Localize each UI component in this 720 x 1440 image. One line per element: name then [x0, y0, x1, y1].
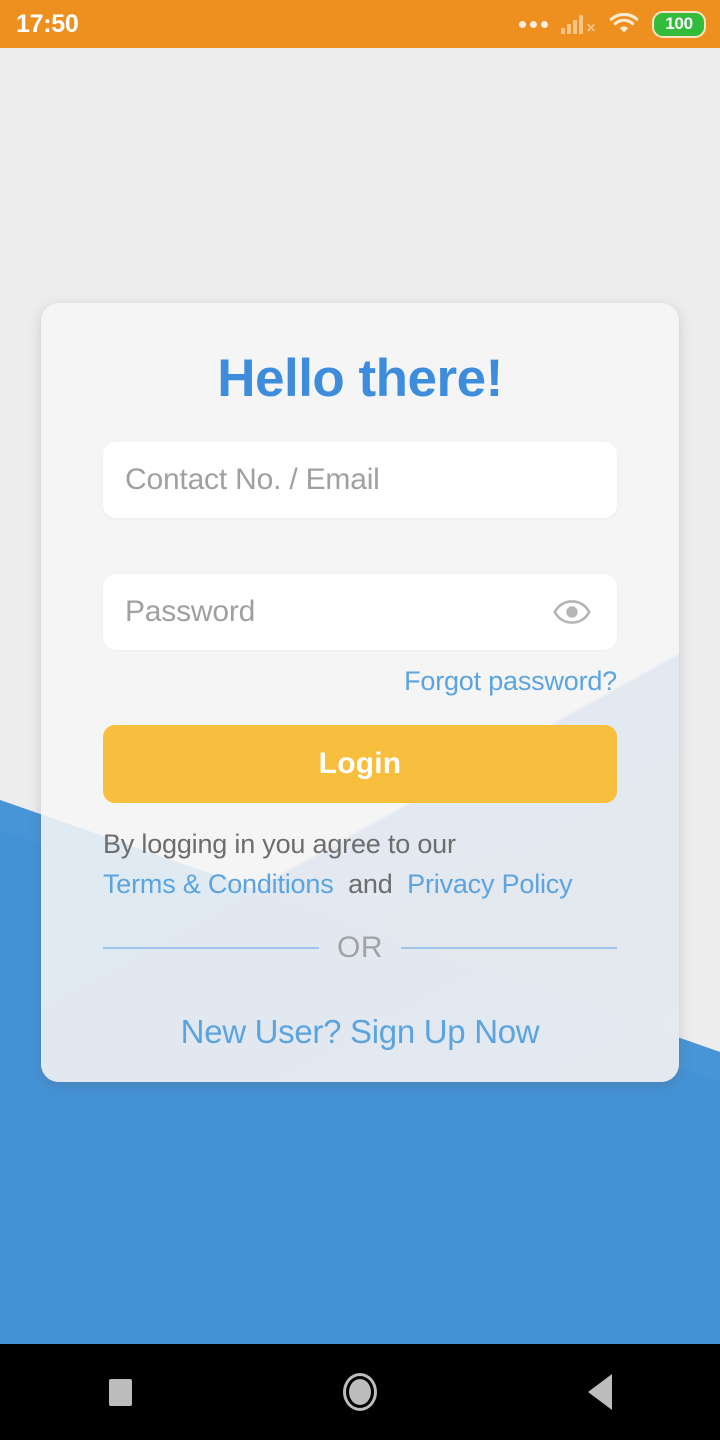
- login-card: Hello there! Forgot password? Login By l: [41, 303, 679, 1082]
- status-icons: ✕ 100: [518, 10, 706, 38]
- back-button[interactable]: [540, 1344, 660, 1440]
- forgot-password-row: Forgot password?: [103, 666, 617, 697]
- terms-agreement-block: By logging in you agree to our Terms & C…: [103, 825, 617, 904]
- wifi-icon: [609, 13, 639, 35]
- home-circle-icon: [343, 1373, 377, 1411]
- battery-level-text: 100: [665, 13, 693, 33]
- phone-screen: 17:50 ✕ 100 Hello there! Contact No. / E…: [0, 0, 720, 1440]
- login-card-content: Hello there! Forgot password? Login By l: [41, 303, 679, 1051]
- page-title: Hello there!: [217, 349, 503, 408]
- signal-no-service-icon: ✕: [560, 14, 596, 34]
- android-nav-bar: [0, 1344, 720, 1440]
- email-field-container[interactable]: [103, 441, 617, 518]
- signup-row: New User? Sign Up Now: [103, 1013, 617, 1051]
- eye-icon[interactable]: [549, 595, 595, 629]
- privacy-policy-link[interactable]: Privacy Policy: [407, 869, 572, 899]
- divider-rule-right: [401, 947, 617, 950]
- password-input[interactable]: [125, 594, 549, 629]
- forgot-password-link[interactable]: Forgot password?: [404, 666, 617, 696]
- battery-icon: 100: [652, 10, 706, 38]
- password-field-container[interactable]: [103, 573, 617, 650]
- terms-intro-text: By logging in you agree to our: [103, 828, 456, 859]
- status-time: 17:50: [16, 9, 79, 38]
- recents-square-icon: [108, 1378, 132, 1406]
- back-triangle-icon: [588, 1374, 612, 1410]
- or-label: OR: [337, 931, 383, 965]
- or-divider: OR: [103, 931, 617, 965]
- home-button[interactable]: [300, 1344, 420, 1440]
- divider-rule-left: [103, 947, 319, 950]
- more-dots-icon: [518, 20, 548, 28]
- email-input[interactable]: [125, 462, 595, 497]
- terms-and-conditions-link[interactable]: Terms & Conditions: [103, 869, 334, 899]
- terms-links-row: Terms & Conditions and Privacy Policy: [103, 865, 617, 903]
- login-button[interactable]: Login: [103, 724, 617, 803]
- recents-button[interactable]: [60, 1344, 180, 1440]
- status-bar: 17:50 ✕ 100: [0, 0, 720, 48]
- terms-separator-text: and: [348, 868, 393, 899]
- signup-link[interactable]: New User? Sign Up Now: [181, 1013, 540, 1050]
